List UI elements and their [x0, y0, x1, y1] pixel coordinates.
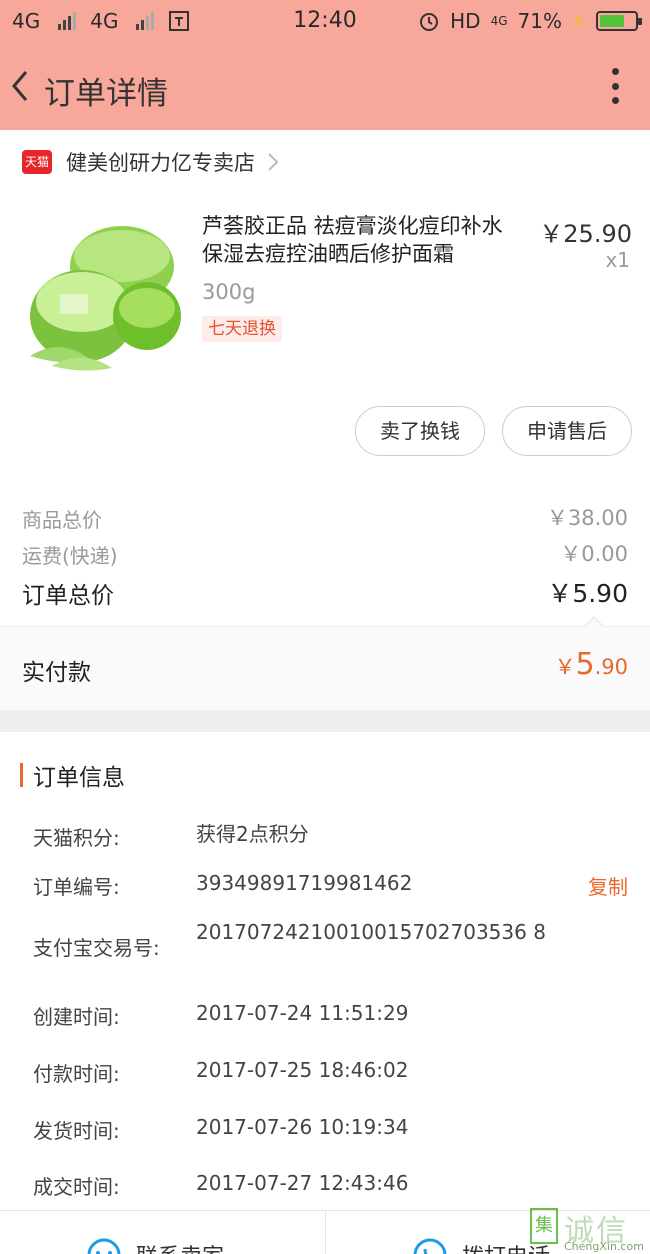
page-title: 订单详情 — [44, 76, 168, 112]
charging-icon: ⚡ — [571, 9, 586, 33]
contact-seller-label: 联系卖家 — [136, 1239, 224, 1254]
top-bar: 4G 4G 12:40 HD 4G 71% ⚡ 订单详情 — [0, 0, 650, 130]
paid-decimal: .90 — [594, 655, 628, 679]
info-value: 39349891719981462 — [196, 871, 413, 895]
info-value: 2017-07-25 18:46:02 — [196, 1058, 409, 1082]
alarm-icon — [420, 13, 439, 31]
back-arrow-icon[interactable] — [6, 66, 34, 106]
paid-row: 实付款 ￥5.90 — [0, 626, 650, 710]
section-divider — [0, 710, 650, 732]
order-info-title: 订单信息 — [33, 765, 125, 791]
product-quantity: x1 — [605, 248, 630, 272]
paid-value: ￥5.90 — [555, 647, 629, 682]
store-name: 健美创研力亿专卖店 — [66, 151, 255, 175]
info-label: 订单编号: — [33, 875, 120, 899]
contact-seller-button[interactable]: 联系卖家 — [86, 1237, 224, 1254]
hd-indicator: HD — [450, 9, 481, 33]
watermark-url: ChengXin.com — [564, 1240, 644, 1253]
paid-currency: ￥ — [554, 655, 576, 679]
product-title[interactable]: 芦荟胶正品 祛痘膏淡化痘印补水保湿去痘控油晒后修护面霜 — [202, 212, 522, 268]
phone-icon — [413, 1238, 447, 1254]
copy-button[interactable]: 复制 — [588, 871, 628, 900]
info-label: 成交时间: — [33, 1175, 120, 1199]
bottom-divider — [325, 1211, 326, 1254]
more-menu-icon[interactable] — [610, 68, 620, 104]
heading-accent-bar — [20, 763, 23, 787]
shipping-label: 运费(快递) — [22, 544, 118, 568]
network-small: 4G — [490, 14, 508, 28]
order-info-heading: 订单信息 — [20, 758, 125, 792]
info-label: 发货时间: — [33, 1119, 120, 1143]
sell-button[interactable]: 卖了换钱 — [355, 406, 485, 456]
status-bar: 4G 4G 12:40 HD 4G 71% ⚡ — [0, 0, 650, 44]
return-policy-badge: 七天退换 — [202, 316, 282, 342]
battery-percent: 71% — [517, 9, 562, 33]
navbar: 订单详情 — [0, 44, 650, 130]
chevron-right-icon — [268, 153, 279, 171]
goods-total-value: ￥38.00 — [546, 506, 628, 530]
goods-total-label: 商品总价 — [22, 508, 102, 532]
product-sku: 300g — [202, 280, 256, 304]
order-total-value: ￥5.90 — [547, 579, 628, 608]
chat-icon — [87, 1238, 121, 1254]
info-value: 2017-07-24 11:51:29 — [196, 1001, 409, 1025]
shipping-value: ￥0.00 — [560, 542, 628, 566]
watermark-logo: 集 诚信 ChengXin.com — [530, 1204, 644, 1254]
info-value: 2017-07-26 10:19:34 — [196, 1115, 409, 1139]
order-total-label: 订单总价 — [22, 583, 114, 609]
info-label: 支付宝交易号: — [33, 936, 160, 960]
info-label: 付款时间: — [33, 1062, 120, 1086]
info-value: 20170724210010015702703536 8 — [196, 920, 546, 944]
caret-up-icon — [584, 616, 604, 627]
tmall-badge-icon: 天猫 — [22, 150, 52, 174]
paid-label: 实付款 — [22, 660, 91, 686]
watermark-box: 集 — [530, 1208, 558, 1244]
info-value: 获得2点积分 — [196, 822, 309, 846]
info-label: 天猫积分: — [33, 826, 120, 850]
store-row[interactable]: 天猫 健美创研力亿专卖店 — [0, 130, 650, 194]
battery-icon — [596, 11, 642, 31]
product-price: ￥25.90 — [539, 220, 632, 248]
battery-fill — [600, 15, 625, 27]
paid-integer: 5 — [575, 647, 595, 682]
product-image[interactable] — [22, 216, 182, 376]
info-value: 2017-07-27 12:43:46 — [196, 1171, 409, 1195]
after-sale-button[interactable]: 申请售后 — [502, 406, 632, 456]
info-label: 创建时间: — [33, 1005, 120, 1029]
